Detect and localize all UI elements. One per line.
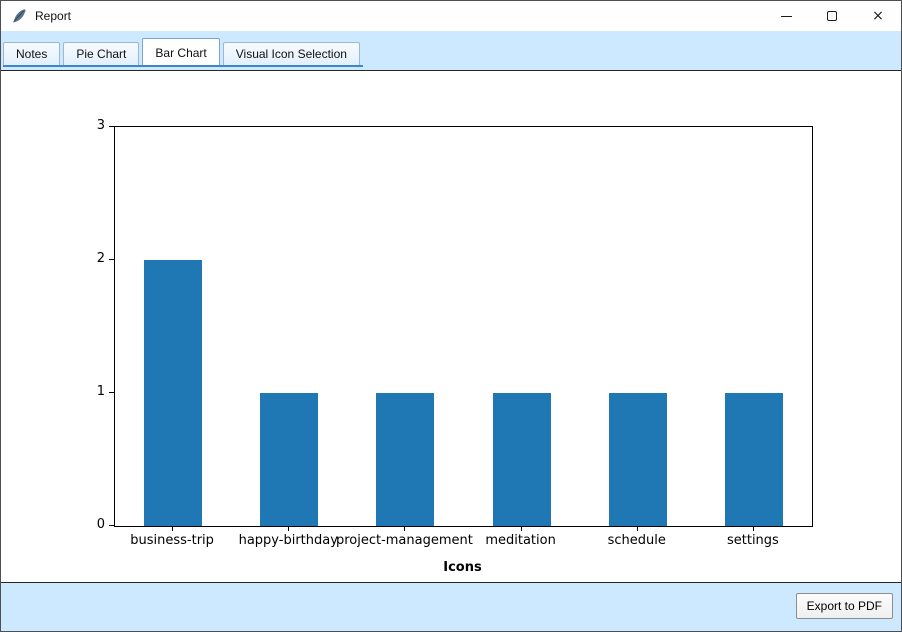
plot-area <box>114 126 813 527</box>
tab-pie-chart[interactable]: Pie Chart <box>63 42 139 65</box>
x-tick-label: settings <box>727 533 779 548</box>
bar-settings <box>725 393 783 526</box>
export-pdf-button[interactable]: Export to PDF <box>796 593 893 619</box>
maximize-button[interactable] <box>809 1 855 31</box>
y-tick-label: 0 <box>1 517 105 533</box>
tab-bar-chart[interactable]: Bar Chart <box>142 38 219 65</box>
x-tick-mark <box>637 526 638 531</box>
tab-group: Notes Pie Chart Bar Chart Visual Icon Se… <box>3 38 363 67</box>
maximize-icon <box>827 11 837 21</box>
x-tick-mark <box>753 526 754 531</box>
y-tick-label: 3 <box>1 118 105 134</box>
close-button[interactable]: × <box>855 1 901 31</box>
close-icon: × <box>872 8 884 24</box>
y-tick-label: 1 <box>1 384 105 400</box>
y-tick-mark <box>109 126 114 127</box>
x-tick-label: happy-birthday <box>239 533 338 548</box>
bar-schedule <box>609 393 667 526</box>
window-title: Report <box>35 9 71 23</box>
x-tick-label: schedule <box>608 533 666 548</box>
chart-panel: Icons 0 1 2 3 business-trip happy-birthdaypro… <box>1 70 901 583</box>
x-tick-mark <box>404 526 405 531</box>
bar-project-management <box>376 393 434 526</box>
tab-notes[interactable]: Notes <box>3 42 60 65</box>
title-bar: Report × <box>1 1 901 31</box>
x-tick-mark <box>288 526 289 531</box>
footer-bar: Export to PDF <box>1 583 901 631</box>
minimize-icon <box>781 16 792 17</box>
x-tick-label: business-trip <box>130 533 214 548</box>
x-tick-label: project-management <box>336 533 473 548</box>
minimize-button[interactable] <box>763 1 809 31</box>
x-tick-mark <box>521 526 522 531</box>
tab-visual-icon-selection[interactable]: Visual Icon Selection <box>223 42 360 65</box>
y-tick-label: 2 <box>1 251 105 267</box>
tk-feather-icon <box>11 8 27 24</box>
bar-happy-birthday <box>260 393 318 526</box>
y-tick-mark <box>109 392 114 393</box>
bar-meditation <box>493 393 551 526</box>
bar-business-trip <box>144 260 202 526</box>
x-tick-label: meditation <box>485 533 556 548</box>
bar-chart: Icons 0 1 2 3 business-trip happy-birthdaypro… <box>1 71 901 582</box>
x-axis-label: Icons <box>114 560 811 575</box>
y-tick-mark <box>109 525 114 526</box>
y-tick-mark <box>109 259 114 260</box>
report-window: Report × Notes Pie Chart Bar Chart Visua… <box>0 0 902 632</box>
tab-strip: Notes Pie Chart Bar Chart Visual Icon Se… <box>1 31 901 70</box>
window-controls: × <box>763 1 901 31</box>
x-tick-mark <box>172 526 173 531</box>
